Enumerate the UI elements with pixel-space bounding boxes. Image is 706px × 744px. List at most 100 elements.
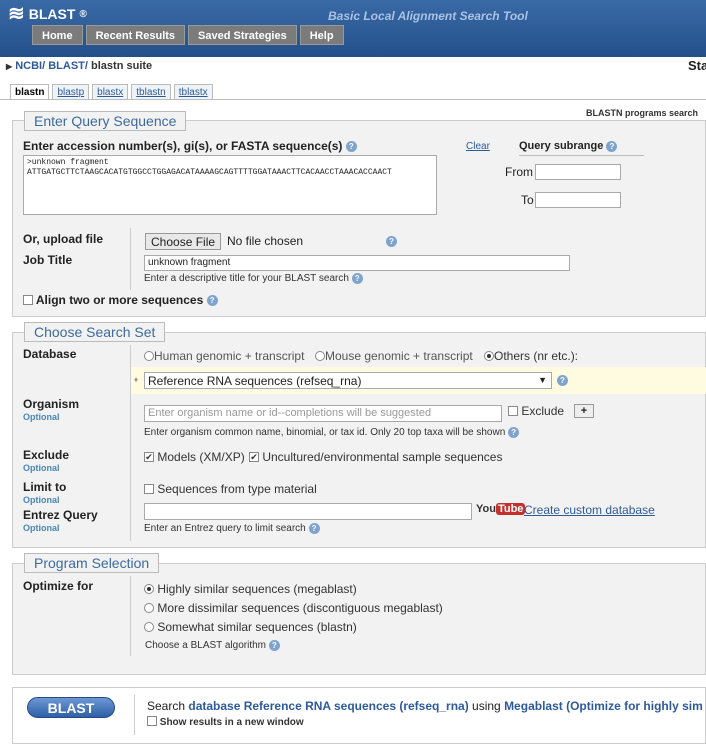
entrez-optional: Optional <box>23 523 60 533</box>
radio-selected[interactable] <box>484 350 494 361</box>
entrez-input[interactable] <box>144 503 472 520</box>
help-icon[interactable]: ? <box>386 236 397 247</box>
help-icon[interactable]: ? <box>557 375 568 386</box>
uncultured-text: Uncultured/environmental sample sequence… <box>262 450 503 464</box>
help-icon[interactable]: ? <box>308 523 320 534</box>
diamond-icon: ♦ <box>134 375 139 384</box>
blast-wave-icon: ≋ <box>8 3 25 25</box>
program-blastn-text: Somewhat similar sequences (blastn) <box>157 620 357 634</box>
job-title-label: Job Title <box>23 253 73 267</box>
search-db: database Reference RNA sequences (refseq… <box>188 699 469 713</box>
tab-blastn[interactable]: blastn <box>10 84 50 100</box>
help-icon[interactable]: ? <box>606 140 618 152</box>
program-blastn[interactable]: Somewhat similar sequences (blastn) <box>144 620 357 634</box>
breadcrumb-blast[interactable]: BLAST/ <box>48 60 88 72</box>
search-set-legend: Choose Search Set <box>24 322 166 342</box>
db-option-others[interactable]: Others (nr etc.): <box>484 349 578 363</box>
query-sequence-textarea[interactable]: >unknown fragment ATTGATGCTTCTAAGCACATGT… <box>23 155 437 215</box>
clear-link[interactable]: Clear <box>466 141 490 152</box>
job-title-input[interactable]: unknown fragment <box>144 255 570 271</box>
create-custom-database-link[interactable]: Create custom database <box>524 503 655 517</box>
new-window-checkbox[interactable] <box>147 716 157 727</box>
new-window-row[interactable]: Show results in a new window <box>147 716 304 728</box>
blast-button[interactable]: BLAST <box>27 697 115 718</box>
program-dc-megablast[interactable]: More dissimilar sequences (discontiguous… <box>144 601 443 615</box>
exclude-organism-row[interactable]: Exclude <box>508 404 564 418</box>
breadcrumb-current: blastn suite <box>91 60 153 72</box>
db-option-mouse[interactable]: Mouse genomic + transcript <box>315 349 473 363</box>
tab-tblastn[interactable]: tblastn <box>131 84 171 99</box>
logo-text: BLAST <box>28 6 76 22</box>
divider <box>130 576 131 656</box>
exclude-models-row[interactable]: ✔ Models (XM/XP) <box>144 450 245 464</box>
from-input[interactable] <box>535 164 621 180</box>
entrez-label: Entrez Query <box>23 508 98 522</box>
tab-tblastx[interactable]: tblastx <box>173 84 213 99</box>
programs-search-heading: BLASTN programs search <box>586 108 699 118</box>
upload-label: Or, upload file <box>23 232 104 246</box>
nav-recent-results[interactable]: Recent Results <box>85 25 186 45</box>
job-title-hint: Enter a descriptive title for your BLAST… <box>144 273 363 284</box>
models-checkbox[interactable]: ✔ <box>144 451 154 462</box>
accession-label: Enter accession number(s), gi(s), or FAS… <box>23 139 357 153</box>
help-icon[interactable]: ? <box>345 141 357 153</box>
entrez-hint: Enter an Entrez query to limit search ? <box>144 523 320 534</box>
limit-label: Limit to <box>23 480 67 494</box>
nav-home[interactable]: Home <box>32 25 83 45</box>
align-two-checkbox[interactable] <box>23 294 33 305</box>
exclude-uncultured-row[interactable]: ✔ Uncultured/environmental sample sequen… <box>249 450 502 464</box>
db-option-others-text: Others (nr etc.): <box>494 349 579 363</box>
search-program: Megablast (Optimize for highly sim <box>504 699 703 713</box>
nav-help[interactable]: Help <box>299 25 344 45</box>
query-subrange-title: Query subrange ? <box>519 140 644 156</box>
tab-blastp[interactable]: blastp <box>52 84 90 99</box>
exclude-organism-text: Exclude <box>521 404 565 418</box>
help-icon[interactable]: ? <box>351 273 363 284</box>
radio[interactable] <box>144 602 154 613</box>
youtube-icon[interactable]: You Tube <box>476 503 526 515</box>
blast-logo[interactable]: ≋ BLAST ® <box>8 3 87 25</box>
dropdown-arrow-icon: ▼ <box>538 375 547 385</box>
help-icon[interactable]: ? <box>268 640 280 651</box>
add-organism-button[interactable]: + <box>574 404 594 418</box>
radio-selected[interactable] <box>144 583 154 594</box>
program-legend: Program Selection <box>24 553 160 573</box>
subrange-title-text: Query subrange <box>519 140 604 152</box>
program-dc-megablast-text: More dissimilar sequences (discontiguous… <box>157 601 443 615</box>
choose-algorithm-hint: Choose a BLAST algorithm ? <box>145 640 280 651</box>
radio[interactable] <box>315 350 325 361</box>
choose-hint-text: Choose a BLAST algorithm <box>145 640 266 652</box>
organism-input[interactable]: Enter organism name or id--completions w… <box>144 405 502 422</box>
db-option-human[interactable]: Human genomic + transcript <box>144 349 304 363</box>
type-material-row[interactable]: Sequences from type material <box>144 482 317 496</box>
exclude-optional: Optional <box>23 463 60 473</box>
tab-blastx[interactable]: blastx <box>92 84 129 99</box>
organism-label: Organism <box>23 397 80 411</box>
help-icon[interactable]: ? <box>206 295 218 307</box>
program-megablast-text: Highly similar sequences (megablast) <box>157 582 357 596</box>
radio[interactable] <box>144 350 154 361</box>
program-megablast[interactable]: Highly similar sequences (megablast) <box>144 582 357 596</box>
search-using: using <box>468 699 505 713</box>
database-select[interactable]: Reference RNA sequences (refseq_rna) ▼ <box>144 372 552 389</box>
align-two-row[interactable]: Align two or more sequences ? <box>23 293 218 307</box>
uncultured-checkbox[interactable]: ✔ <box>249 451 259 462</box>
job-hint-text: Enter a descriptive title for your BLAST… <box>144 273 349 285</box>
organism-hint: Enter organism common name, binomial, or… <box>144 427 520 438</box>
seq-line-2: ATTGATGCTTCTAAGCACATGTGGCCTGGAGACATAAAAG… <box>27 168 392 177</box>
choose-file-button[interactable]: Choose File <box>145 233 222 250</box>
type-material-checkbox[interactable] <box>144 483 154 494</box>
help-icon[interactable]: ? <box>508 427 520 438</box>
breadcrumb-ncbi[interactable]: NCBI/ <box>15 60 45 72</box>
to-input[interactable] <box>535 192 621 208</box>
organism-optional: Optional <box>23 412 60 422</box>
to-label: To <box>521 193 534 207</box>
type-material-text: Sequences from type material <box>157 482 317 496</box>
radio[interactable] <box>144 621 154 632</box>
exclude-organism-checkbox[interactable] <box>508 405 518 416</box>
search-summary: Search database Reference RNA sequences … <box>147 699 703 713</box>
nav-saved-strategies[interactable]: Saved Strategies <box>188 25 297 45</box>
logo-reg: ® <box>79 8 87 20</box>
no-file-text: No file chosen <box>227 234 304 248</box>
top-nav: Home Recent Results Saved Strategies Hel… <box>32 25 344 45</box>
